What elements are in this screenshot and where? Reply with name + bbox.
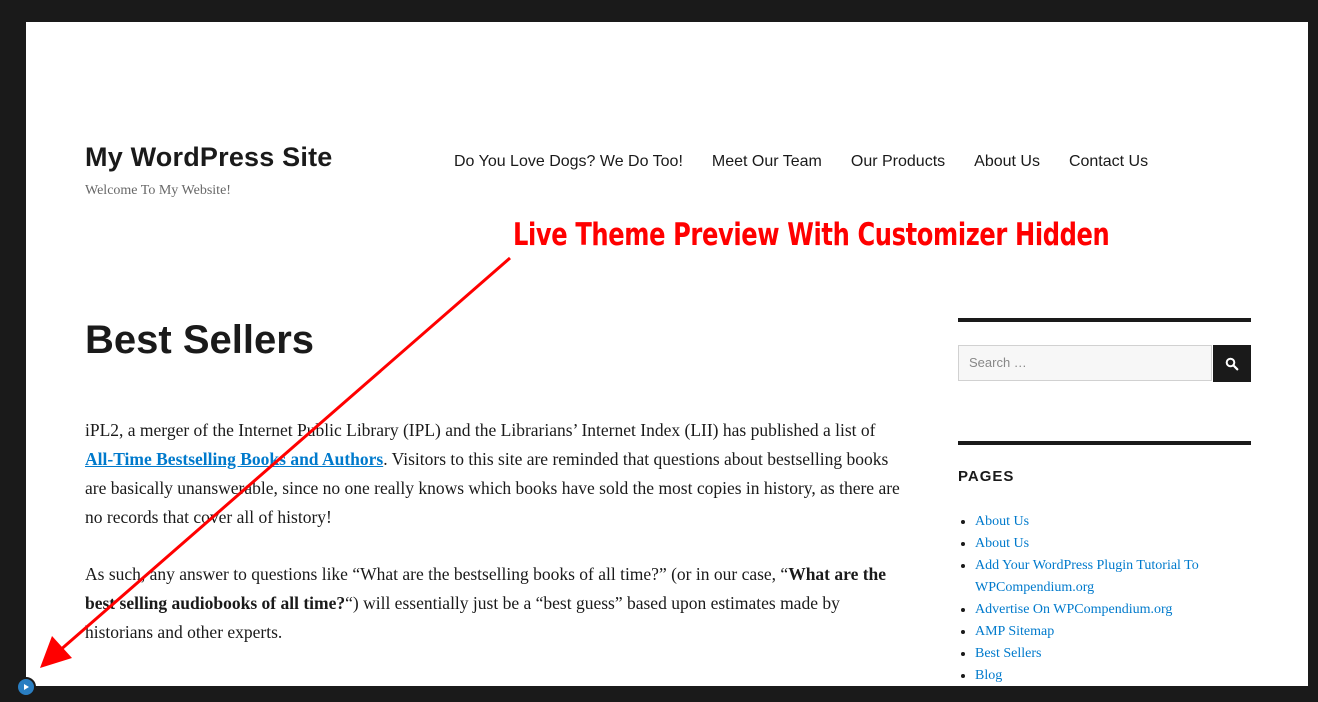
page-title: Best Sellers bbox=[85, 318, 315, 362]
search-button[interactable] bbox=[1213, 345, 1251, 382]
annotation-label: Live Theme Preview With Customizer Hidde… bbox=[513, 217, 1110, 253]
nav-item-products[interactable]: Our Products bbox=[851, 153, 945, 171]
page-link-best-sellers[interactable]: Best Sellers bbox=[975, 646, 1042, 661]
nav-item-about[interactable]: About Us bbox=[974, 153, 1040, 171]
list-item: Best Sellers bbox=[975, 643, 1275, 665]
paragraph-1-text: iPL2, a merger of the Internet Public Li… bbox=[85, 420, 876, 440]
primary-nav: Do You Love Dogs? We Do Too! Meet Our Te… bbox=[454, 153, 1148, 171]
page-link-line-2: WPCompendium.org bbox=[975, 580, 1095, 595]
page-link-about-us-2[interactable]: About Us bbox=[975, 536, 1029, 551]
pages-widget-title: PAGES bbox=[958, 468, 1015, 485]
widget-divider bbox=[958, 318, 1251, 322]
widget-divider bbox=[958, 441, 1251, 445]
page-link-amp-sitemap[interactable]: AMP Sitemap bbox=[975, 624, 1054, 639]
search-icon bbox=[1225, 357, 1239, 370]
play-circle-icon bbox=[24, 684, 29, 690]
entry-content: iPL2, a merger of the Internet Public Li… bbox=[85, 416, 905, 675]
pages-list: About Us About Us Add Your WordPress Plu… bbox=[958, 511, 1275, 686]
bestsellers-link[interactable]: All-Time Bestselling Books and Authors bbox=[85, 449, 383, 469]
page-link-about-us[interactable]: About Us bbox=[975, 514, 1029, 529]
list-item: Advertise On WPCompendium.org bbox=[975, 599, 1275, 621]
list-item: About Us bbox=[975, 533, 1275, 555]
paragraph-2-text: As such, any answer to questions like “W… bbox=[85, 564, 789, 584]
page-link-line-1: Add Your WordPress Plugin Tutorial To bbox=[975, 558, 1199, 573]
paragraph-1: iPL2, a merger of the Internet Public Li… bbox=[85, 416, 905, 532]
show-customizer-button[interactable] bbox=[16, 677, 36, 697]
site-title[interactable]: My WordPress Site bbox=[85, 142, 332, 173]
nav-item-contact[interactable]: Contact Us bbox=[1069, 153, 1148, 171]
site-description: Welcome To My Website! bbox=[85, 183, 231, 198]
page-link-blog[interactable]: Blog bbox=[975, 668, 1002, 683]
nav-item-dogs[interactable]: Do You Love Dogs? We Do Too! bbox=[454, 153, 683, 171]
list-item: About Us bbox=[975, 511, 1275, 533]
theme-preview-frame: My WordPress Site Welcome To My Website!… bbox=[26, 22, 1308, 686]
paragraph-2: As such, any answer to questions like “W… bbox=[85, 560, 905, 647]
list-item: AMP Sitemap bbox=[975, 621, 1275, 643]
page-link-advertise[interactable]: Advertise On WPCompendium.org bbox=[975, 602, 1172, 617]
search-input[interactable]: Search … bbox=[958, 345, 1212, 381]
nav-item-team[interactable]: Meet Our Team bbox=[712, 153, 822, 171]
list-item: Blog bbox=[975, 665, 1275, 686]
list-item: Add Your WordPress Plugin Tutorial To WPC… bbox=[975, 555, 1275, 599]
page-link-add-plugin-tutorial[interactable]: Add Your WordPress Plugin Tutorial To WPC… bbox=[975, 555, 1275, 599]
